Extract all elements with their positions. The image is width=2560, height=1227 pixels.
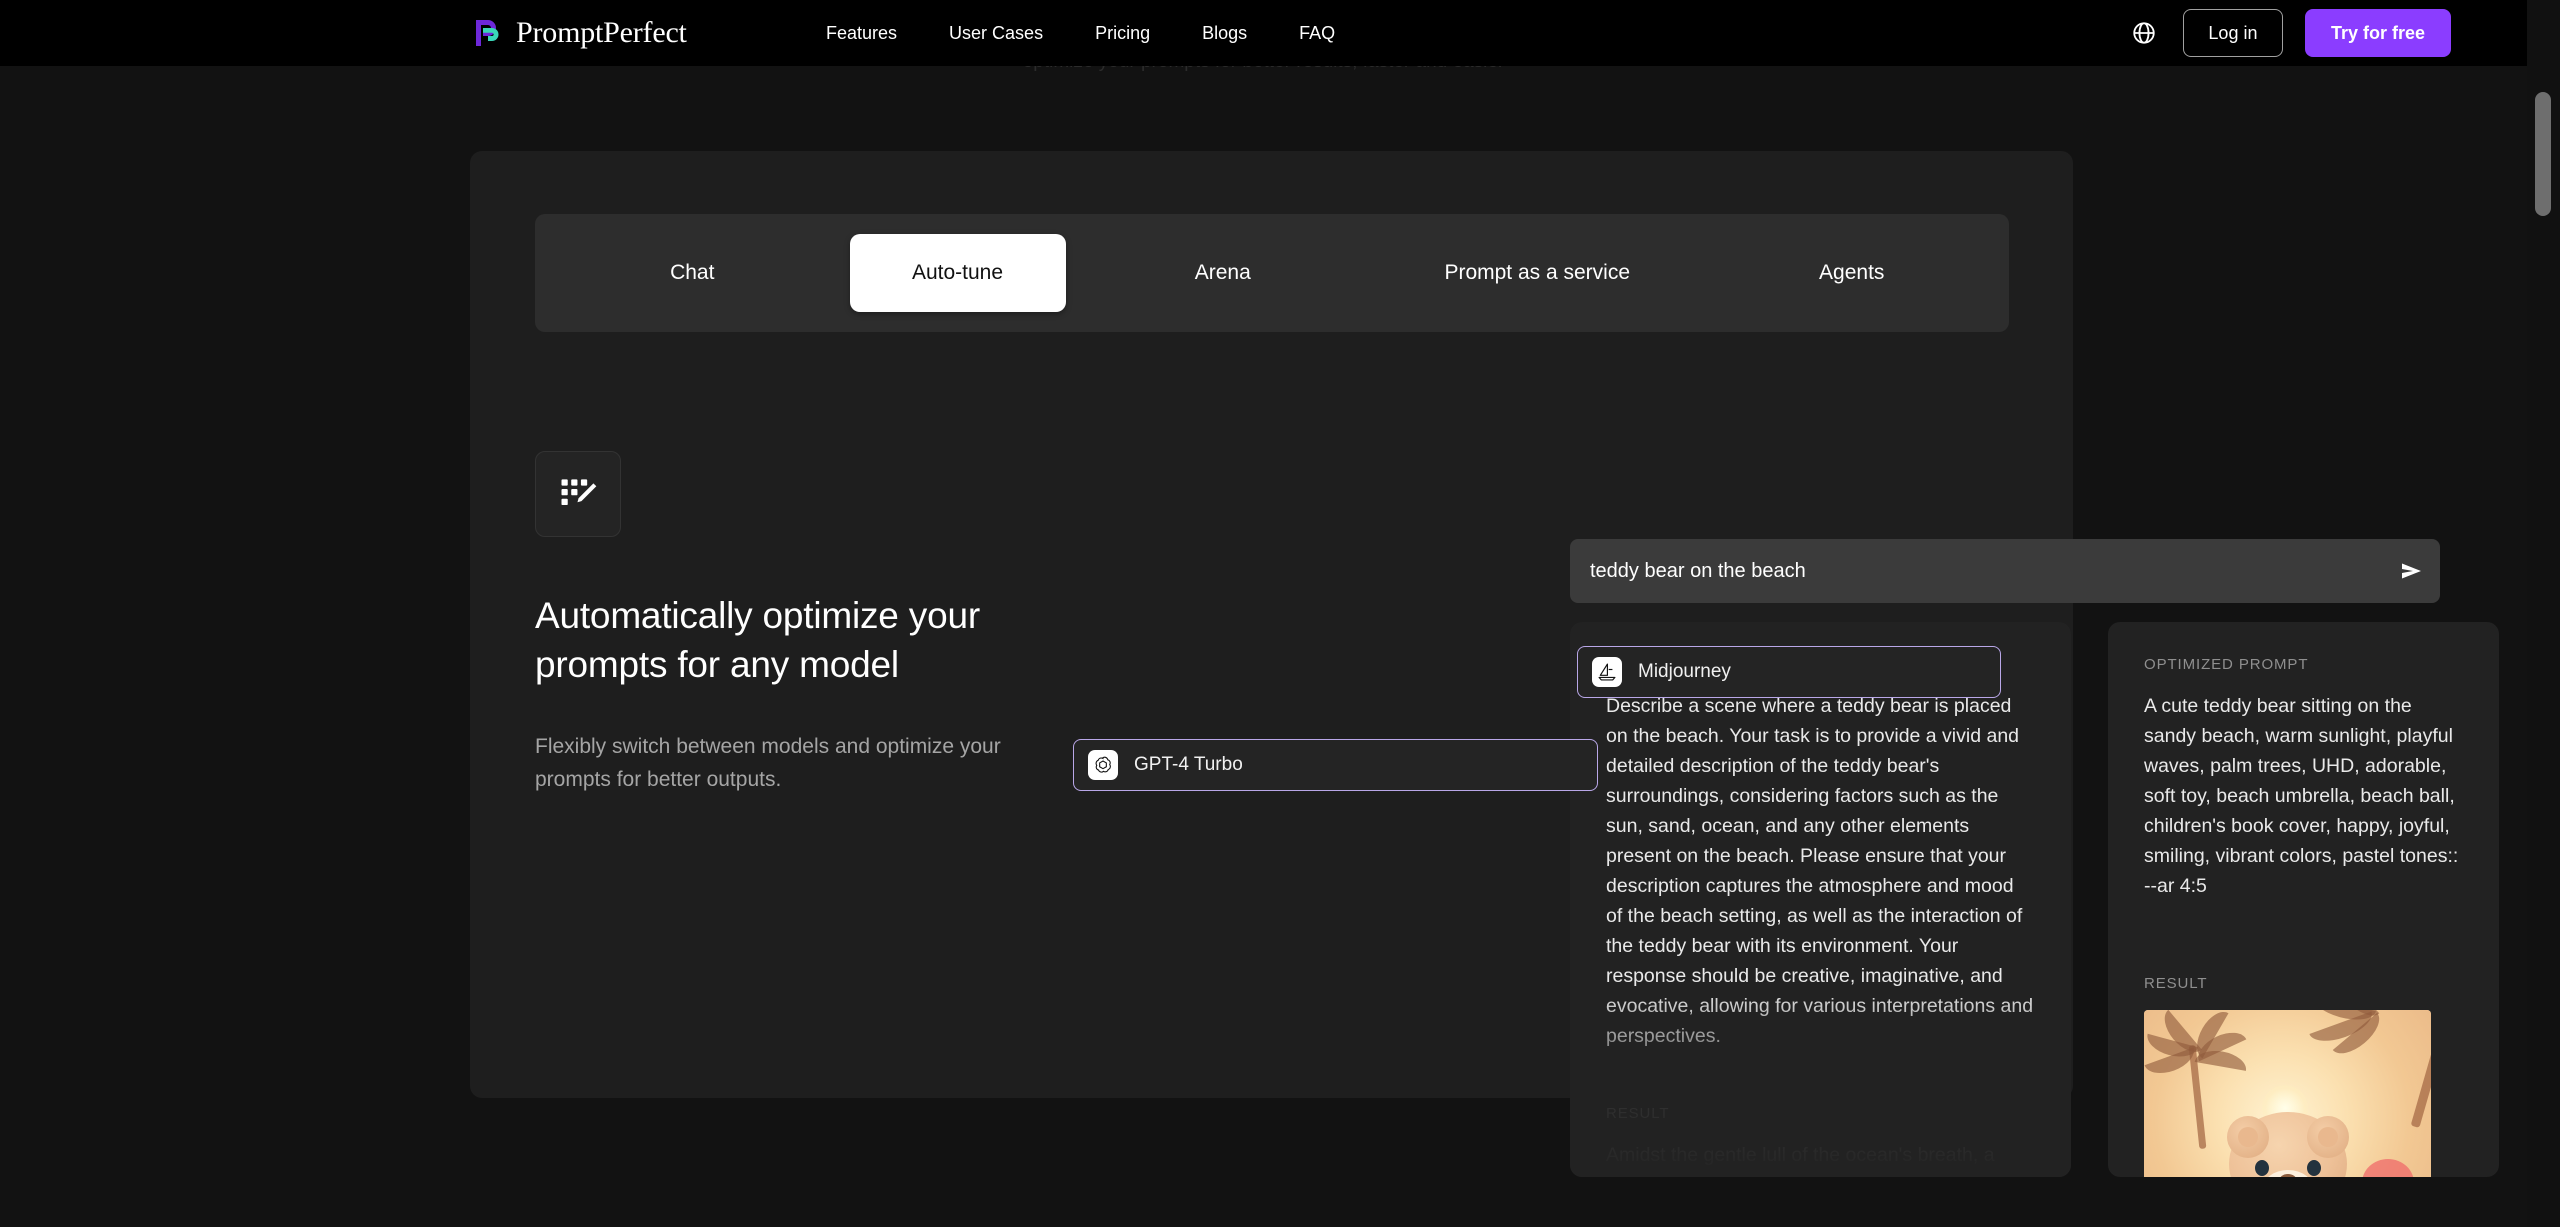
feature-tabs: Chat Auto-tune Arena Prompt as a service… [535, 214, 2009, 332]
tab-agents[interactable]: Agents [1695, 234, 2010, 312]
nav-item-pricing[interactable]: Pricing [1069, 23, 1176, 44]
tab-auto-tune[interactable]: Auto-tune [850, 234, 1066, 312]
optimized-prompt-text-left: Describe a scene where a teddy bear is p… [1606, 691, 2035, 1051]
intro-title: Automatically optimize your prompts for … [535, 591, 1055, 689]
generated-image [2144, 1010, 2431, 1177]
sailboat-icon [1592, 657, 1622, 687]
magic-grid-edit-icon [535, 451, 621, 537]
nav-item-features[interactable]: Features [800, 23, 923, 44]
result-card-midjourney: OPTIMIZED PROMPT A cute teddy bear sitti… [2108, 622, 2499, 1177]
result-card-gpt4: OPTIMIZED PROMPT Describe a scene where … [1570, 622, 2071, 1177]
tab-chat[interactable]: Chat [535, 234, 850, 312]
promptperfect-logo-icon [472, 17, 504, 49]
nav-item-faq[interactable]: FAQ [1273, 23, 1361, 44]
feature-panel: Chat Auto-tune Arena Prompt as a service… [470, 151, 2073, 1098]
header-actions: Log in Try for free [2127, 9, 2451, 57]
globe-icon[interactable] [2127, 16, 2161, 50]
nav-item-user-cases[interactable]: User Cases [923, 23, 1069, 44]
site-header: PromptPerfect Features User Cases Pricin… [0, 0, 2527, 66]
nav-item-blogs[interactable]: Blogs [1176, 23, 1273, 44]
prompt-input[interactable] [1570, 539, 2384, 603]
try-for-free-button[interactable]: Try for free [2305, 9, 2451, 57]
results-row: OPTIMIZED PROMPT Describe a scene where … [1570, 622, 2499, 1177]
page-scrollbar[interactable] [2527, 0, 2560, 1227]
optimized-prompt-text-right: A cute teddy bear sitting on the sandy b… [2144, 691, 2463, 901]
result-label-right: RESULT [2144, 975, 2463, 992]
brand-logo[interactable]: PromptPerfect [472, 16, 687, 50]
send-arrow-icon[interactable] [2384, 561, 2440, 581]
model-selector-gpt4-turbo[interactable]: GPT-4 Turbo [1073, 739, 1598, 791]
model-selector-midjourney[interactable]: Midjourney [1577, 646, 2001, 698]
intro-column: Automatically optimize your prompts for … [535, 451, 1065, 797]
primary-nav: Features User Cases Pricing Blogs FAQ [800, 23, 1361, 44]
app-root: optimize your prompts for better results… [0, 0, 2560, 1227]
optimized-prompt-label-right: OPTIMIZED PROMPT [2144, 656, 2463, 673]
model-name-gpt4-turbo: GPT-4 Turbo [1134, 754, 1243, 776]
prompt-input-bar[interactable] [1570, 539, 2440, 603]
openai-logo-icon [1088, 750, 1118, 780]
log-in-button[interactable]: Log in [2183, 9, 2283, 57]
model-name-midjourney: Midjourney [1638, 661, 1731, 683]
scrollbar-thumb[interactable] [2535, 92, 2551, 216]
intro-subtitle: Flexibly switch between models and optim… [535, 731, 1040, 796]
result-text-left: Amidst the gentle lull of the ocean's br… [1606, 1140, 2035, 1177]
result-label-left: RESULT [1606, 1105, 2035, 1122]
tab-arena[interactable]: Arena [1066, 234, 1381, 312]
brand-name: PromptPerfect [516, 16, 687, 50]
tab-prompt-as-a-service[interactable]: Prompt as a service [1380, 234, 1695, 312]
